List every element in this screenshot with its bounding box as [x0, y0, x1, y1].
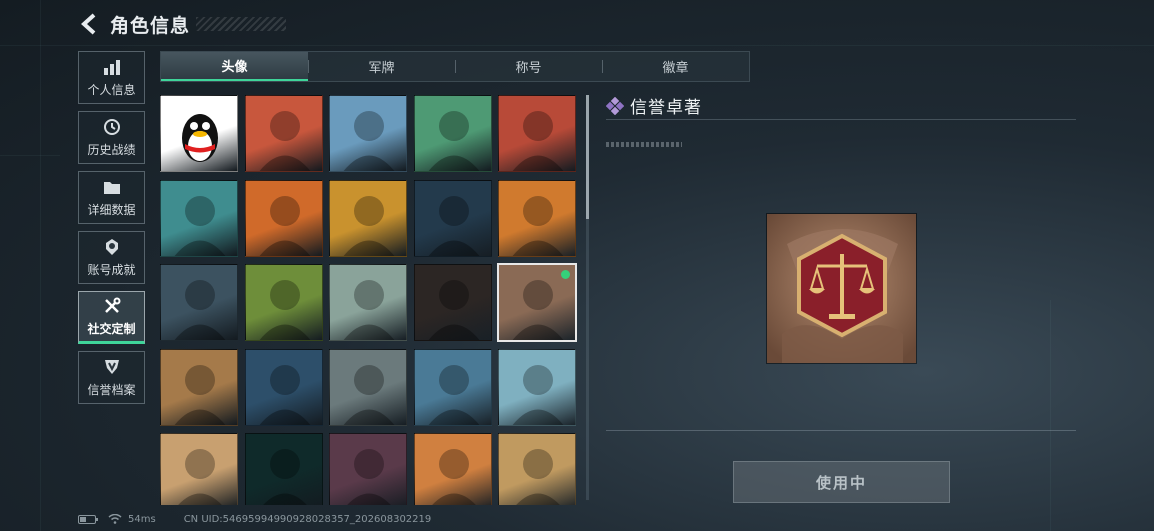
avatar-tile-desert-girl[interactable]	[498, 433, 576, 505]
sidebar-item-detailed-data[interactable]: 详细数据	[78, 171, 145, 224]
bg-line	[1050, 300, 1051, 531]
avatar-tile-masked-man[interactable]	[244, 179, 323, 257]
bar-chart-icon	[102, 57, 122, 77]
avatar-tile-alan-walker-logo[interactable]	[244, 433, 323, 505]
avatar-tile-feather-pattern[interactable]	[413, 264, 492, 341]
sidebar-item-label: 历史战绩	[87, 143, 136, 157]
sidebar: 个人信息 历史战绩 详细数据 账号成就 社交定制 信誉档案	[78, 51, 145, 411]
folder-icon	[102, 177, 122, 197]
detail-header: 信誉卓著	[606, 92, 1076, 120]
avatar-tile-desert-soldier[interactable]	[160, 348, 238, 426]
avatar-tile-heavy-gunner[interactable]	[498, 179, 576, 257]
detail-subtext	[606, 142, 682, 147]
bg-line	[40, 0, 41, 531]
in-use-button[interactable]: 使用中	[733, 461, 950, 503]
sidebar-item-social-custom[interactable]: 社交定制	[78, 291, 145, 344]
diamond-icon	[606, 96, 624, 115]
avatar-tile-qq-penguin[interactable]	[160, 95, 238, 172]
avatar-tile-night-operator[interactable]	[413, 179, 492, 257]
bg-line	[0, 45, 1154, 46]
tab-badge[interactable]: 徽章	[602, 52, 749, 81]
tab-dog-tag[interactable]: 军牌	[308, 52, 455, 81]
justice-scale-icon	[767, 214, 916, 363]
shield-icon	[102, 357, 122, 377]
sidebar-item-label: 账号成就	[87, 263, 136, 277]
avatar-tile-way-out-sign[interactable]	[329, 264, 407, 341]
sidebar-item-label: 社交定制	[87, 322, 136, 336]
avatar-preview	[766, 213, 917, 364]
sidebar-item-history[interactable]: 历史战绩	[78, 111, 145, 164]
avatar-tile-archer-woman[interactable]	[413, 348, 492, 426]
tab-avatar[interactable]: 头像	[161, 52, 308, 81]
avatar-tile-alligator-sign[interactable]	[498, 348, 576, 426]
avatar-tile-pyramid-emblem[interactable]	[329, 179, 407, 257]
tab-title[interactable]: 称号	[455, 52, 602, 81]
sidebar-item-achievements[interactable]: 账号成就	[78, 231, 145, 284]
ping-value: 54ms	[128, 513, 156, 525]
back-arrow-icon	[81, 13, 96, 35]
bg-line	[0, 155, 60, 156]
avatar-tile-sniper-rifle[interactable]	[160, 264, 238, 341]
wifi-icon	[108, 514, 122, 524]
battery-icon	[78, 514, 98, 524]
detail-divider	[606, 430, 1076, 431]
avatar-tile-helmet-woman[interactable]	[498, 95, 576, 172]
back-button[interactable]	[78, 12, 100, 36]
avatar-tile-monkey-reader[interactable]	[413, 433, 492, 505]
avatar-grid	[160, 95, 580, 505]
selected-avatar-name: 信誉卓著	[630, 98, 702, 118]
status-bar: 54ms CN UID:54695994990928028357_2026083…	[78, 512, 431, 526]
avatar-tile-justice-scale[interactable]	[497, 263, 577, 342]
user-uid: CN UID:54695994990928028357_202608302219	[183, 513, 432, 525]
sidebar-item-credit-record[interactable]: 信誉档案	[78, 351, 145, 404]
sidebar-item-personal-info[interactable]: 个人信息	[78, 51, 145, 104]
in-use-indicator	[561, 270, 570, 279]
avatar-grid-scrollbar[interactable]	[586, 95, 589, 500]
avatar-tile-exit-door[interactable]	[244, 264, 323, 341]
sidebar-item-label: 详细数据	[87, 203, 136, 217]
avatar-tile-cartoon-cat[interactable]	[160, 433, 238, 505]
tab-bar: 头像 军牌 称号 徽章	[160, 51, 750, 82]
scroll-thumb[interactable]	[586, 95, 589, 219]
avatar-tile-headset-man[interactable]	[413, 95, 492, 172]
avatar-tile-pink-goggles[interactable]	[329, 433, 407, 505]
tools-icon	[102, 296, 122, 316]
page-title: 角色信息	[110, 14, 191, 37]
sidebar-item-label: 个人信息	[87, 83, 136, 97]
achievement-icon	[102, 237, 122, 257]
sidebar-item-label: 信誉档案	[87, 383, 136, 397]
avatar-tile-hacker-screen[interactable]	[244, 348, 323, 426]
history-clock-icon	[102, 117, 122, 137]
avatar-tile-pilot-woman[interactable]	[329, 95, 407, 172]
avatar-tile-mountain-explorer[interactable]	[329, 348, 407, 426]
title-decoration	[196, 17, 287, 31]
avatar-tile-soldier-cap[interactable]	[244, 95, 323, 172]
avatar-tile-glasses-man[interactable]	[160, 179, 238, 257]
page-header: 角色信息	[78, 10, 287, 38]
